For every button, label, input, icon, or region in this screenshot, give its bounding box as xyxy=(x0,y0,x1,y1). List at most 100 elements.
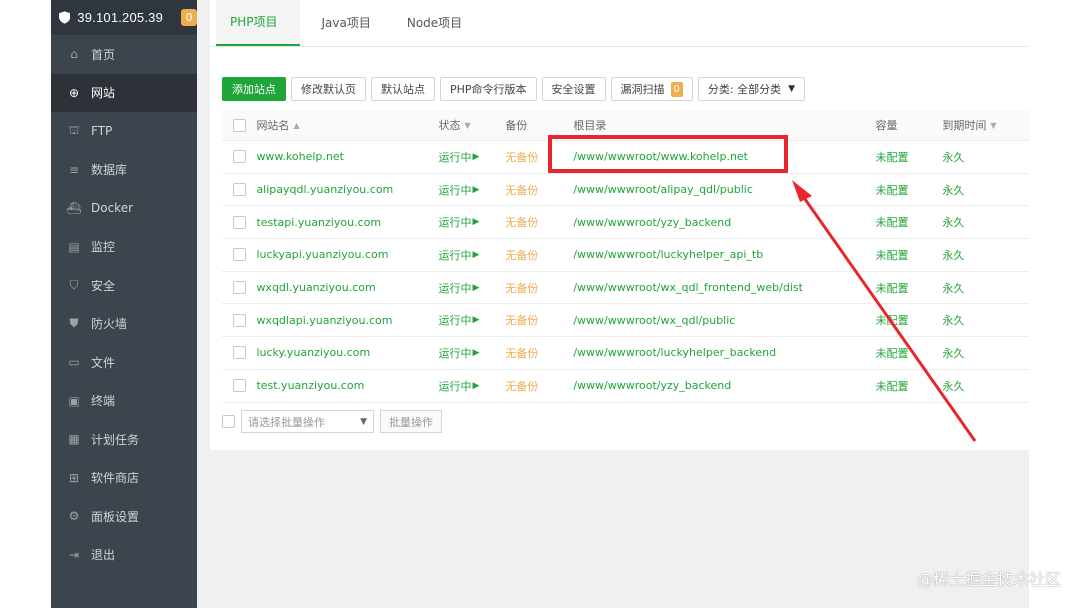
backup-link[interactable]: 无备份 xyxy=(505,378,573,394)
backup-link[interactable]: 无备份 xyxy=(505,214,573,230)
sidebar-item-label: FTP xyxy=(91,124,113,139)
capacity-link[interactable]: 未配置 xyxy=(875,280,942,296)
gear-icon: ⚙ xyxy=(68,509,80,524)
sidebar-item[interactable]: ⇥ 退出 xyxy=(51,536,197,575)
table-row: testapi.yuanziyou.com 运行中 ▶ 无备份/www/wwwroot… xyxy=(222,206,1029,240)
status-toggle[interactable]: 运行中 ▶ xyxy=(439,345,506,361)
sidebar-item[interactable]: ▤ 监控 xyxy=(51,228,197,267)
project-tabs: PHP项目 Java项目 Node项目 xyxy=(210,0,1029,47)
sidebar-item[interactable]: ⚙ 面板设置 xyxy=(51,497,197,536)
sidebar-item[interactable]: ⛴ Docker xyxy=(51,189,197,228)
row-checkbox[interactable] xyxy=(232,379,246,393)
sidebar-item[interactable]: ▣ 终端 xyxy=(51,382,197,421)
tab-java[interactable]: Java项目 xyxy=(308,0,393,46)
play-icon: ▶ xyxy=(472,151,480,162)
backup-link[interactable]: 无备份 xyxy=(505,345,573,361)
select-all-checkbox[interactable] xyxy=(232,118,246,132)
site-name-link[interactable]: lucky.yuanziyou.com xyxy=(256,346,438,359)
row-checkbox[interactable] xyxy=(232,313,246,327)
play-icon: ▶ xyxy=(472,184,480,195)
col-status[interactable]: 状态 ▼ xyxy=(439,117,506,133)
sidebar-item[interactable]: ≡ 数据库 xyxy=(51,151,197,190)
status-toggle[interactable]: 运行中 ▶ xyxy=(439,182,506,198)
backup-link[interactable]: 无备份 xyxy=(505,247,573,263)
sidebar-item[interactable]: ⛫ FTP xyxy=(51,112,197,151)
modify-default-page-button[interactable]: 修改默认页 xyxy=(291,77,366,101)
bulk-checkbox[interactable] xyxy=(222,415,235,428)
status-toggle[interactable]: 运行中 ▶ xyxy=(439,247,506,263)
sidebar-item[interactable]: ⌂ 首页 xyxy=(51,35,197,74)
expires-link[interactable]: 永久 xyxy=(942,378,1009,394)
sidebar-item[interactable]: ▭ 文件 xyxy=(51,343,197,382)
backup-link[interactable]: 无备份 xyxy=(505,182,573,198)
site-name-link[interactable]: wxqdl.yuanziyou.com xyxy=(256,281,438,294)
sidebar-item[interactable]: ⛊ 防火墙 xyxy=(51,305,197,344)
sort-icon: ▼ xyxy=(990,120,997,130)
sidebar-item[interactable]: ▦ 计划任务 xyxy=(51,420,197,459)
expires-link[interactable]: 永久 xyxy=(942,247,1009,263)
expires-link[interactable]: 永久 xyxy=(942,345,1009,361)
highlight-box xyxy=(548,135,788,173)
expires-link[interactable]: 永久 xyxy=(942,149,1009,165)
status-toggle[interactable]: 运行中 ▶ xyxy=(439,280,506,296)
row-checkbox[interactable] xyxy=(232,215,246,229)
site-name-link[interactable]: luckyapi.yuanziyou.com xyxy=(256,248,438,261)
security-settings-button[interactable]: 安全设置 xyxy=(541,77,606,101)
root-dir-link[interactable]: /www/wwwroot/wx_qdl/public xyxy=(573,314,875,327)
bulk-select[interactable]: 请选择批量操作 ▼ xyxy=(241,410,374,433)
sidebar-item[interactable]: ⊕ 网站 xyxy=(51,73,197,112)
capacity-link[interactable]: 未配置 xyxy=(875,345,942,361)
php-cli-version-button[interactable]: PHP命令行版本 xyxy=(440,77,537,101)
category-filter-select[interactable]: 分类: 全部分类 ▼ xyxy=(697,77,806,101)
site-name-link[interactable]: test.yuanziyou.com xyxy=(256,379,438,392)
row-checkbox[interactable] xyxy=(232,346,246,360)
row-checkbox[interactable] xyxy=(232,281,246,295)
site-name-link[interactable]: www.kohelp.net xyxy=(256,150,438,163)
default-site-button[interactable]: 默认站点 xyxy=(371,77,435,101)
expires-link[interactable]: 永久 xyxy=(942,182,1009,198)
root-dir-link[interactable]: /www/wwwroot/yzy_backend xyxy=(573,216,875,229)
capacity-link[interactable]: 未配置 xyxy=(875,214,942,230)
capacity-link[interactable]: 未配置 xyxy=(875,182,942,198)
server-header: 39.101.205.39 0 xyxy=(51,0,197,35)
root-dir-link[interactable]: /www/wwwroot/luckyhelper_backend xyxy=(573,346,875,359)
backup-link[interactable]: 无备份 xyxy=(505,280,573,296)
site-name-link[interactable]: testapi.yuanziyou.com xyxy=(256,216,438,229)
status-toggle[interactable]: 运行中 ▶ xyxy=(439,149,506,165)
server-ip: 39.101.205.39 xyxy=(77,10,164,25)
expires-link[interactable]: 永久 xyxy=(942,214,1009,230)
capacity-link[interactable]: 未配置 xyxy=(875,378,942,394)
tab-php[interactable]: PHP项目 xyxy=(216,0,300,46)
capacity-link[interactable]: 未配置 xyxy=(875,149,942,165)
row-checkbox[interactable] xyxy=(232,150,246,164)
site-name-link[interactable]: alipayqdl.yuanziyou.com xyxy=(256,183,438,196)
col-site-name[interactable]: 网站名 ▲ xyxy=(256,117,438,133)
root-dir-link[interactable]: /www/wwwroot/luckyhelper_api_tb xyxy=(573,248,875,261)
row-checkbox[interactable] xyxy=(232,248,246,262)
status-toggle[interactable]: 运行中 ▶ xyxy=(439,312,506,328)
capacity-link[interactable]: 未配置 xyxy=(875,312,942,328)
expires-link[interactable]: 永久 xyxy=(942,280,1009,296)
add-site-button[interactable]: 添加站点 xyxy=(222,77,286,101)
monitor-icon: ▤ xyxy=(68,239,80,254)
backup-link[interactable]: 无备份 xyxy=(505,312,573,328)
sidebar-item-label: 软件商店 xyxy=(91,471,140,486)
bulk-action-button[interactable]: 批量操作 xyxy=(380,410,442,433)
row-checkbox[interactable] xyxy=(232,183,246,197)
expires-link[interactable]: 永久 xyxy=(942,312,1009,328)
alert-count-badge[interactable]: 0 xyxy=(181,9,197,26)
status-toggle[interactable]: 运行中 ▶ xyxy=(439,214,506,230)
sidebar-item-label: 面板设置 xyxy=(91,509,140,524)
tab-node[interactable]: Node项目 xyxy=(393,0,484,46)
sidebar-item-label: 安全 xyxy=(91,278,116,293)
col-expires[interactable]: 到期时间 ▼ xyxy=(942,117,1009,133)
sidebar-item[interactable]: ⊞ 软件商店 xyxy=(51,459,197,498)
status-toggle[interactable]: 运行中 ▶ xyxy=(439,378,506,394)
vuln-scan-button[interactable]: 漏洞扫描 0 xyxy=(610,77,693,101)
root-dir-link[interactable]: /www/wwwroot/yzy_backend xyxy=(573,379,875,392)
site-name-link[interactable]: wxqdlapi.yuanziyou.com xyxy=(256,314,438,327)
sidebar-item[interactable]: ⛉ 安全 xyxy=(51,266,197,305)
capacity-link[interactable]: 未配置 xyxy=(875,247,942,263)
root-dir-link[interactable]: /www/wwwroot/wx_qdl_frontend_web/dist xyxy=(573,281,875,294)
root-dir-link[interactable]: /www/wwwroot/alipay_qdl/public xyxy=(573,183,875,196)
